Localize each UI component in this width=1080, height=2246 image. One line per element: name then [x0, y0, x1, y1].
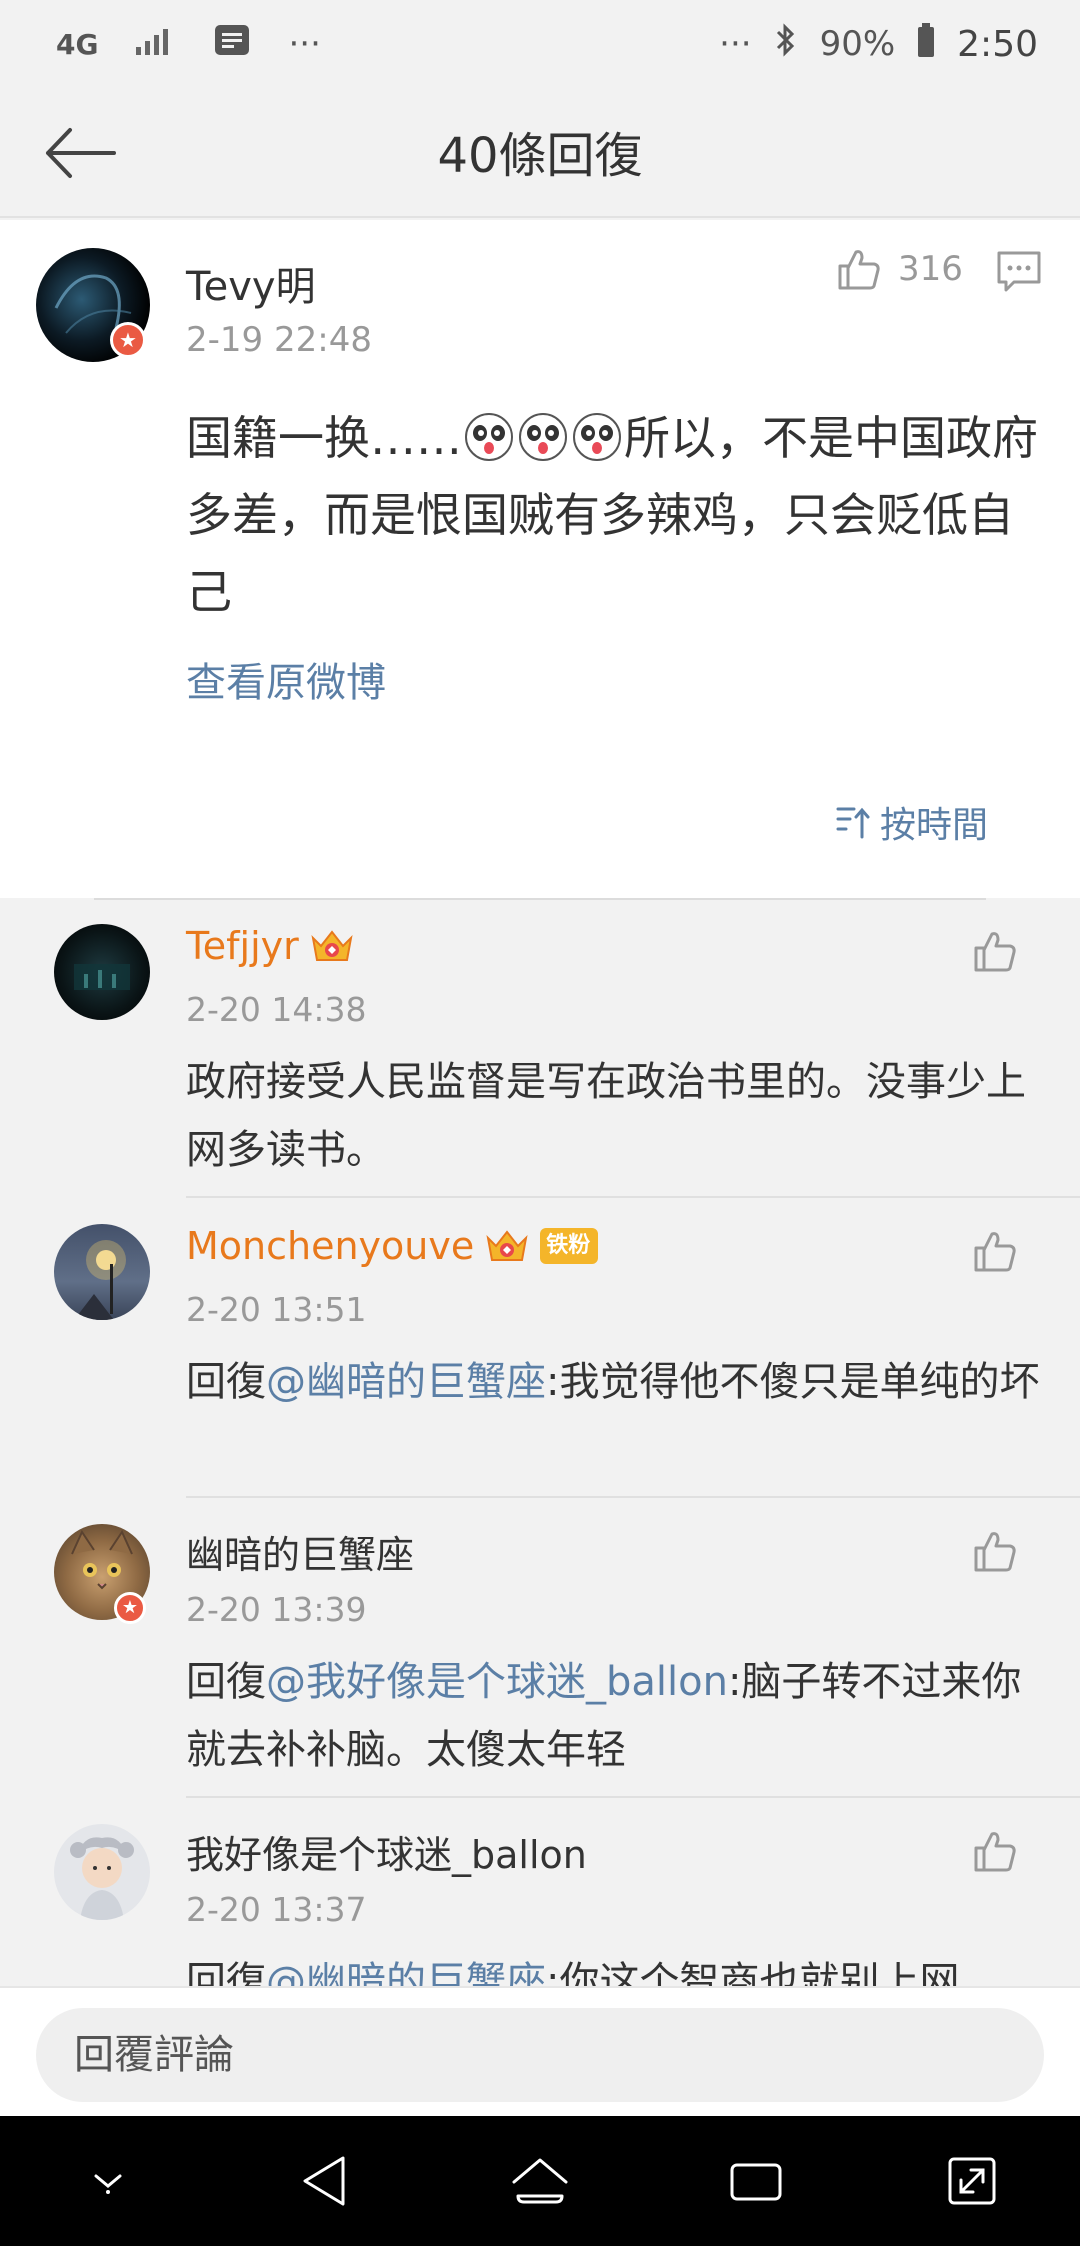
comment-icon [997, 251, 1041, 292]
reply-body: :你这个智商也就别上网 [546, 1959, 960, 1986]
comment-text-part1: 国籍一换…… [186, 411, 462, 465]
reply-username[interactable]: Tefjjyr [186, 924, 355, 968]
reply-text: 回復@幽暗的巨蟹座:你这个智商也就别上网 [186, 1948, 1046, 1986]
message-icon [214, 24, 250, 65]
reply-username-text: 我好像是个球迷_ballon [186, 1833, 587, 1877]
reply-input-bar: 回覆評論 [0, 1986, 1080, 2116]
mention-link[interactable]: @幽暗的巨蟹座 [266, 1359, 546, 1405]
reply-username-text: 幽暗的巨蟹座 [186, 1533, 415, 1577]
panda-emoji-icon [464, 408, 514, 461]
mention-link[interactable]: @我好像是个球迷_ballon [266, 1659, 728, 1705]
reply-time: 2-20 13:37 [186, 1890, 367, 1929]
reply-item[interactable]: 我好像是个球迷_ballon 2-20 13:37 回復@幽暗的巨蟹座:你这个智… [0, 1798, 1080, 1986]
panda-emoji-icon [572, 408, 622, 461]
header: 40條回復 [0, 88, 1080, 218]
home-icon [512, 2158, 568, 2204]
panda-emoji-icon [518, 408, 568, 461]
like-button[interactable] [972, 1228, 1018, 1278]
more-status-icon: ··· [719, 24, 752, 64]
timestamp: 2-19 22:48 [186, 320, 372, 360]
verified-badge-icon: ★ [110, 322, 146, 358]
bluetooth-icon [774, 22, 798, 67]
reply-time: 2-20 14:38 [186, 990, 367, 1029]
system-nav-bar [0, 2116, 1080, 2246]
main-comment: ★ Tevy明 2-19 22:48 316 国籍一换…… 所以，不是中国政府多差… [0, 220, 1080, 898]
like-button[interactable] [972, 1528, 1018, 1578]
reply-username[interactable]: 我好像是个球迷_ballon [186, 1824, 587, 1879]
reply-text: 回復@幽暗的巨蟹座:我觉得他不傻只是单纯的坏 [186, 1348, 1046, 1416]
comment-text: 国籍一换…… 所以，不是中国政府多差，而是恨国贼有多辣鸡，只会贬低自己 [186, 400, 1046, 631]
signal-icon [136, 24, 176, 64]
view-original-link[interactable]: 查看原微博 [186, 650, 386, 708]
avatar[interactable] [54, 1224, 150, 1320]
thumbs-up-icon [974, 1232, 1016, 1272]
vip-crown-icon [484, 1226, 530, 1266]
like-button[interactable]: 316 [836, 246, 963, 292]
reply-item[interactable]: Tefjjyr 2-20 14:38 政府接受人民监督是写在政治书里的。没事少上… [0, 898, 1080, 1198]
thumbs-up-icon [838, 250, 880, 290]
username[interactable]: Tevy明 [186, 254, 316, 312]
reply-time: 2-20 13:39 [186, 1590, 367, 1629]
reply-prefix: 回復 [186, 1959, 266, 1986]
page-title: 40條回復 [437, 128, 643, 184]
reply-username-text: Monchenyouve [186, 1224, 475, 1268]
more-notifications-icon: ··· [288, 24, 321, 64]
battery-percent: 90% [819, 24, 896, 64]
reply-username[interactable]: Monchenyouve 铁粉 [186, 1224, 599, 1268]
reply-body: :我觉得他不傻只是单纯的坏 [546, 1359, 1040, 1405]
nav-expand-button[interactable] [927, 2136, 1017, 2226]
sort-icon [836, 807, 870, 839]
reply-time: 2-20 13:51 [186, 1290, 367, 1329]
reply-text: 政府接受人民监督是写在政治书里的。没事少上网多读书。 [186, 1059, 1026, 1173]
reply-prefix: 回復 [186, 1659, 266, 1705]
thumbs-up-icon [974, 932, 1016, 972]
thumbs-up-icon [974, 1832, 1016, 1872]
mention-link[interactable]: @幽暗的巨蟹座 [266, 1959, 546, 1986]
thumbs-up-icon [974, 1532, 1016, 1572]
back-triangle-icon [303, 2156, 345, 2206]
status-bar: 4G ··· ··· 90% 2:50 [0, 0, 1080, 88]
like-button[interactable] [972, 928, 1018, 978]
clock: 2:50 [957, 23, 1038, 65]
status-right: ··· 90% 2:50 [719, 22, 1038, 67]
reply-username-text: Tefjjyr [186, 924, 299, 968]
avatar[interactable] [54, 924, 150, 1020]
sort-button[interactable]: 按時間 [836, 796, 988, 848]
reply-item[interactable]: Monchenyouve 铁粉 2-20 13:51 回復@幽暗的巨蟹座:我觉得… [0, 1198, 1080, 1498]
battery-icon [917, 22, 935, 67]
network-indicator: 4G [56, 27, 99, 61]
like-count: 316 [898, 249, 963, 289]
reply-input[interactable]: 回覆評論 [36, 2008, 1044, 2102]
nav-home-button[interactable] [495, 2136, 585, 2226]
like-button[interactable] [972, 1828, 1018, 1878]
recents-icon [730, 2163, 782, 2201]
fan-badge: 铁粉 [540, 1228, 599, 1264]
reply-prefix: 回復 [186, 1359, 266, 1405]
vip-crown-icon [309, 926, 355, 966]
nav-back-button[interactable] [279, 2136, 369, 2226]
hide-nav-button[interactable] [63, 2136, 153, 2226]
expand-icon [948, 2157, 996, 2205]
reply-text: 回復@我好像是个球迷_ballon:脑子转不过来你就去补补脑。太傻太年轻 [186, 1648, 1046, 1784]
status-left: 4G ··· [56, 24, 321, 65]
avatar[interactable] [54, 1824, 150, 1920]
comment-button[interactable] [996, 250, 1042, 298]
reply-list: Tefjjyr 2-20 14:38 政府接受人民监督是写在政治书里的。没事少上… [0, 898, 1080, 1986]
reply-item[interactable]: ★ 幽暗的巨蟹座 2-20 13:39 回復@我好像是个球迷_ballon:脑子… [0, 1498, 1080, 1798]
verified-badge-icon: ★ [114, 1592, 146, 1624]
sort-label: 按時間 [880, 805, 989, 846]
nav-recents-button[interactable] [711, 2136, 801, 2226]
reply-username[interactable]: 幽暗的巨蟹座 [186, 1524, 414, 1579]
chevron-down-icon [94, 2174, 122, 2194]
